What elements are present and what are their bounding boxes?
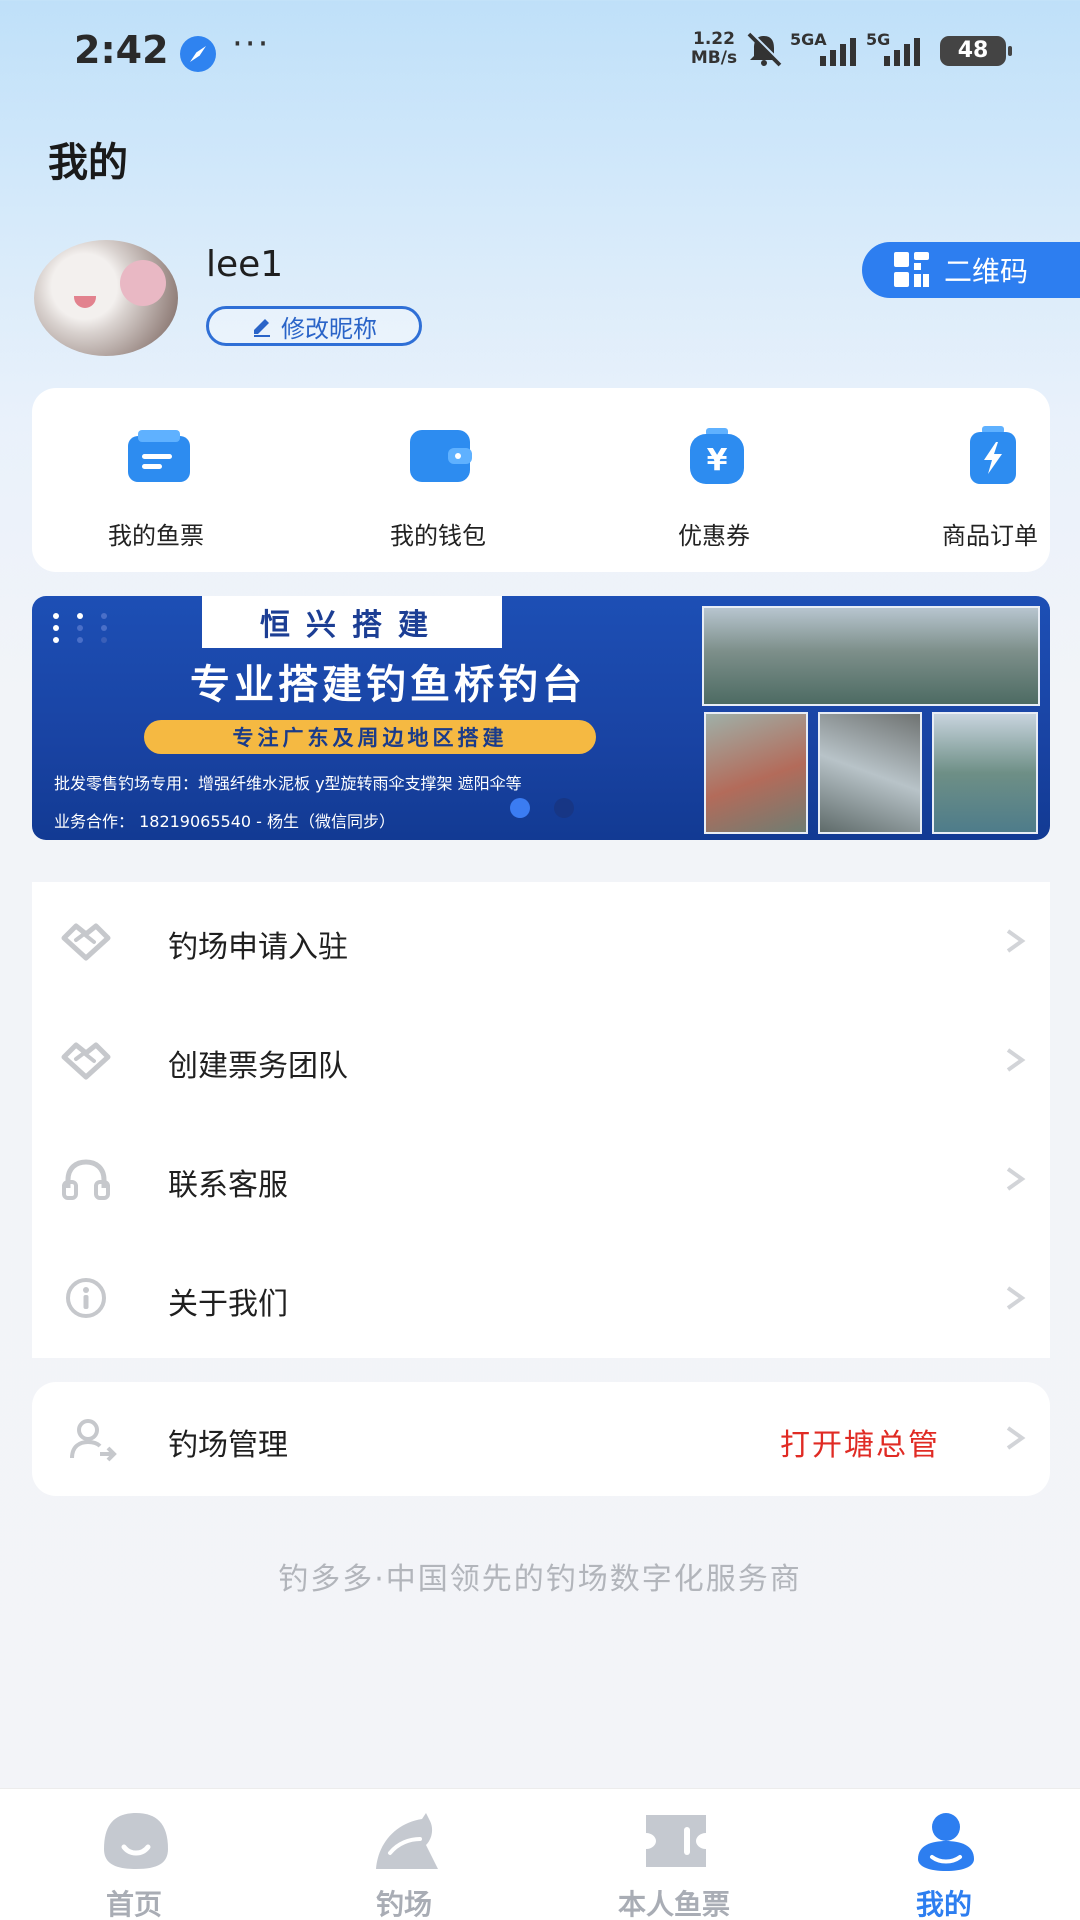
- status-more-icon: ···: [232, 24, 271, 64]
- qr-code-button[interactable]: 二维码: [862, 242, 1080, 298]
- nav-label: 首页: [105, 1888, 162, 1920]
- banner-products: 批发零售钓场专用：增强纤维水泥板 y型旋转雨伞支撑架 遮阳伞等: [54, 774, 522, 793]
- nav-my-fish-ticket[interactable]: 本人鱼票: [584, 1789, 764, 1920]
- banner-photo: [818, 712, 922, 834]
- banner-subline: 专注广东及周边地区搭建: [144, 720, 596, 754]
- venue-management-label: 钓场管理: [168, 1428, 288, 1463]
- banner-contact: 业务合作： 18219065540 - 杨生（微信同步）: [54, 812, 396, 831]
- chevron-right-icon: [1006, 1286, 1026, 1310]
- banner-company: 恒兴搭建: [260, 608, 444, 643]
- shortcut-label: 商品订单: [942, 522, 1038, 550]
- banner-headline: 专业搭建钓鱼桥钓台: [190, 662, 586, 708]
- info-icon: [66, 1278, 106, 1318]
- edit-nickname-label: 修改昵称: [281, 314, 377, 343]
- status-bar: 2:42 ··· 1.22 MB/s 5GA 5G 48: [0, 0, 1080, 100]
- user-manage-icon: [70, 1419, 117, 1462]
- bottom-nav: 首页 钓场 本人鱼票 我的: [0, 1788, 1080, 1920]
- pencil-icon: [254, 319, 270, 337]
- handshake-icon: [61, 1042, 111, 1080]
- nav-home[interactable]: 首页: [44, 1789, 224, 1920]
- banner-company-box: 恒兴搭建: [202, 596, 502, 648]
- qr-code-label: 二维码: [944, 255, 1029, 288]
- banner-page-dot: [554, 798, 574, 818]
- network-speed-unit: MB/s: [690, 48, 738, 68]
- browser-app-icon: [180, 36, 216, 72]
- menu-item-contact-support[interactable]: 联系客服: [32, 1120, 1050, 1239]
- coupon-icon: ¥: [690, 428, 744, 484]
- nav-label: 本人鱼票: [617, 1888, 730, 1920]
- signal-icon: [884, 38, 920, 66]
- shortcut-my-wallet[interactable]: 我的钱包: [338, 388, 538, 572]
- open-pond-manager-link[interactable]: 打开塘总管: [780, 1420, 940, 1464]
- signal-icon: [820, 38, 856, 66]
- chevron-right-icon: [1006, 1048, 1026, 1072]
- page-title: 我的: [48, 140, 128, 186]
- shortcut-my-tickets[interactable]: 我的鱼票: [56, 388, 256, 572]
- headset-icon: [62, 1159, 110, 1200]
- menu-list: 钓场申请入驻 创建票务团队 联系客服 关于我们: [32, 882, 1050, 1358]
- menu-label: 关于我们: [168, 1287, 288, 1322]
- shortcut-card: 我的鱼票 我的钱包 ¥ 优惠券 商品订单: [32, 388, 1050, 572]
- wallet-icon: [410, 430, 472, 482]
- shortcut-label: 我的鱼票: [108, 522, 204, 550]
- bell-muted-icon: [747, 31, 783, 67]
- qr-code-icon: [894, 252, 929, 287]
- order-icon: [970, 426, 1016, 484]
- user-icon: [918, 1813, 974, 1871]
- chevron-right-icon: [1006, 929, 1026, 953]
- banner-dots-decoration: [53, 613, 107, 643]
- menu-label: 创建票务团队: [168, 1049, 348, 1084]
- status-time: 2:42: [74, 28, 169, 72]
- menu-item-venue-apply[interactable]: 钓场申请入驻: [32, 882, 1050, 1001]
- shortcut-orders[interactable]: 商品订单: [890, 388, 1080, 572]
- shortcut-coupons[interactable]: ¥ 优惠券: [614, 388, 814, 572]
- shortcut-label: 优惠券: [678, 522, 750, 550]
- banner-photo: [932, 712, 1038, 834]
- chevron-right-icon: [1006, 1426, 1026, 1450]
- home-icon: [104, 1813, 168, 1869]
- banner-photo: [702, 606, 1040, 706]
- handshake-icon: [61, 923, 111, 961]
- edit-nickname-button[interactable]: 修改昵称: [206, 306, 422, 346]
- promo-banner[interactable]: 恒兴搭建 专业搭建钓鱼桥钓台 专注广东及周边地区搭建 批发零售钓场专用：增强纤维…: [32, 596, 1050, 840]
- menu-label: 钓场申请入驻: [168, 930, 348, 965]
- menu-item-create-ticket-team[interactable]: 创建票务团队: [32, 1001, 1050, 1120]
- network-speed-value: 1.22: [693, 29, 735, 49]
- banner-photo: [704, 712, 808, 834]
- venue-management-row[interactable]: 钓场管理 打开塘总管: [32, 1382, 1050, 1496]
- banner-page-dot-active: [510, 798, 530, 818]
- svg-text:¥: ¥: [707, 443, 728, 478]
- menu-label: 联系客服: [168, 1168, 288, 1203]
- nav-label: 钓场: [375, 1888, 432, 1920]
- fishing-hook-icon: [376, 1813, 438, 1869]
- ticket-icon: [128, 430, 190, 482]
- menu-item-about-us[interactable]: 关于我们: [32, 1239, 1050, 1358]
- battery-icon: 48: [940, 36, 1012, 66]
- network-speed: 1.22 MB/s: [684, 30, 744, 68]
- chevron-right-icon: [1006, 1167, 1026, 1191]
- nav-label: 我的: [915, 1888, 972, 1920]
- footer-slogan: 钓多多·中国领先的钓场数字化服务商: [278, 1562, 802, 1597]
- avatar[interactable]: [34, 240, 178, 356]
- shortcut-label: 我的钱包: [390, 522, 486, 550]
- nav-fishing-venue[interactable]: 钓场: [314, 1789, 494, 1920]
- nav-mine[interactable]: 我的: [854, 1789, 1034, 1920]
- username: lee1: [206, 244, 284, 285]
- ticket-icon: [646, 1815, 706, 1867]
